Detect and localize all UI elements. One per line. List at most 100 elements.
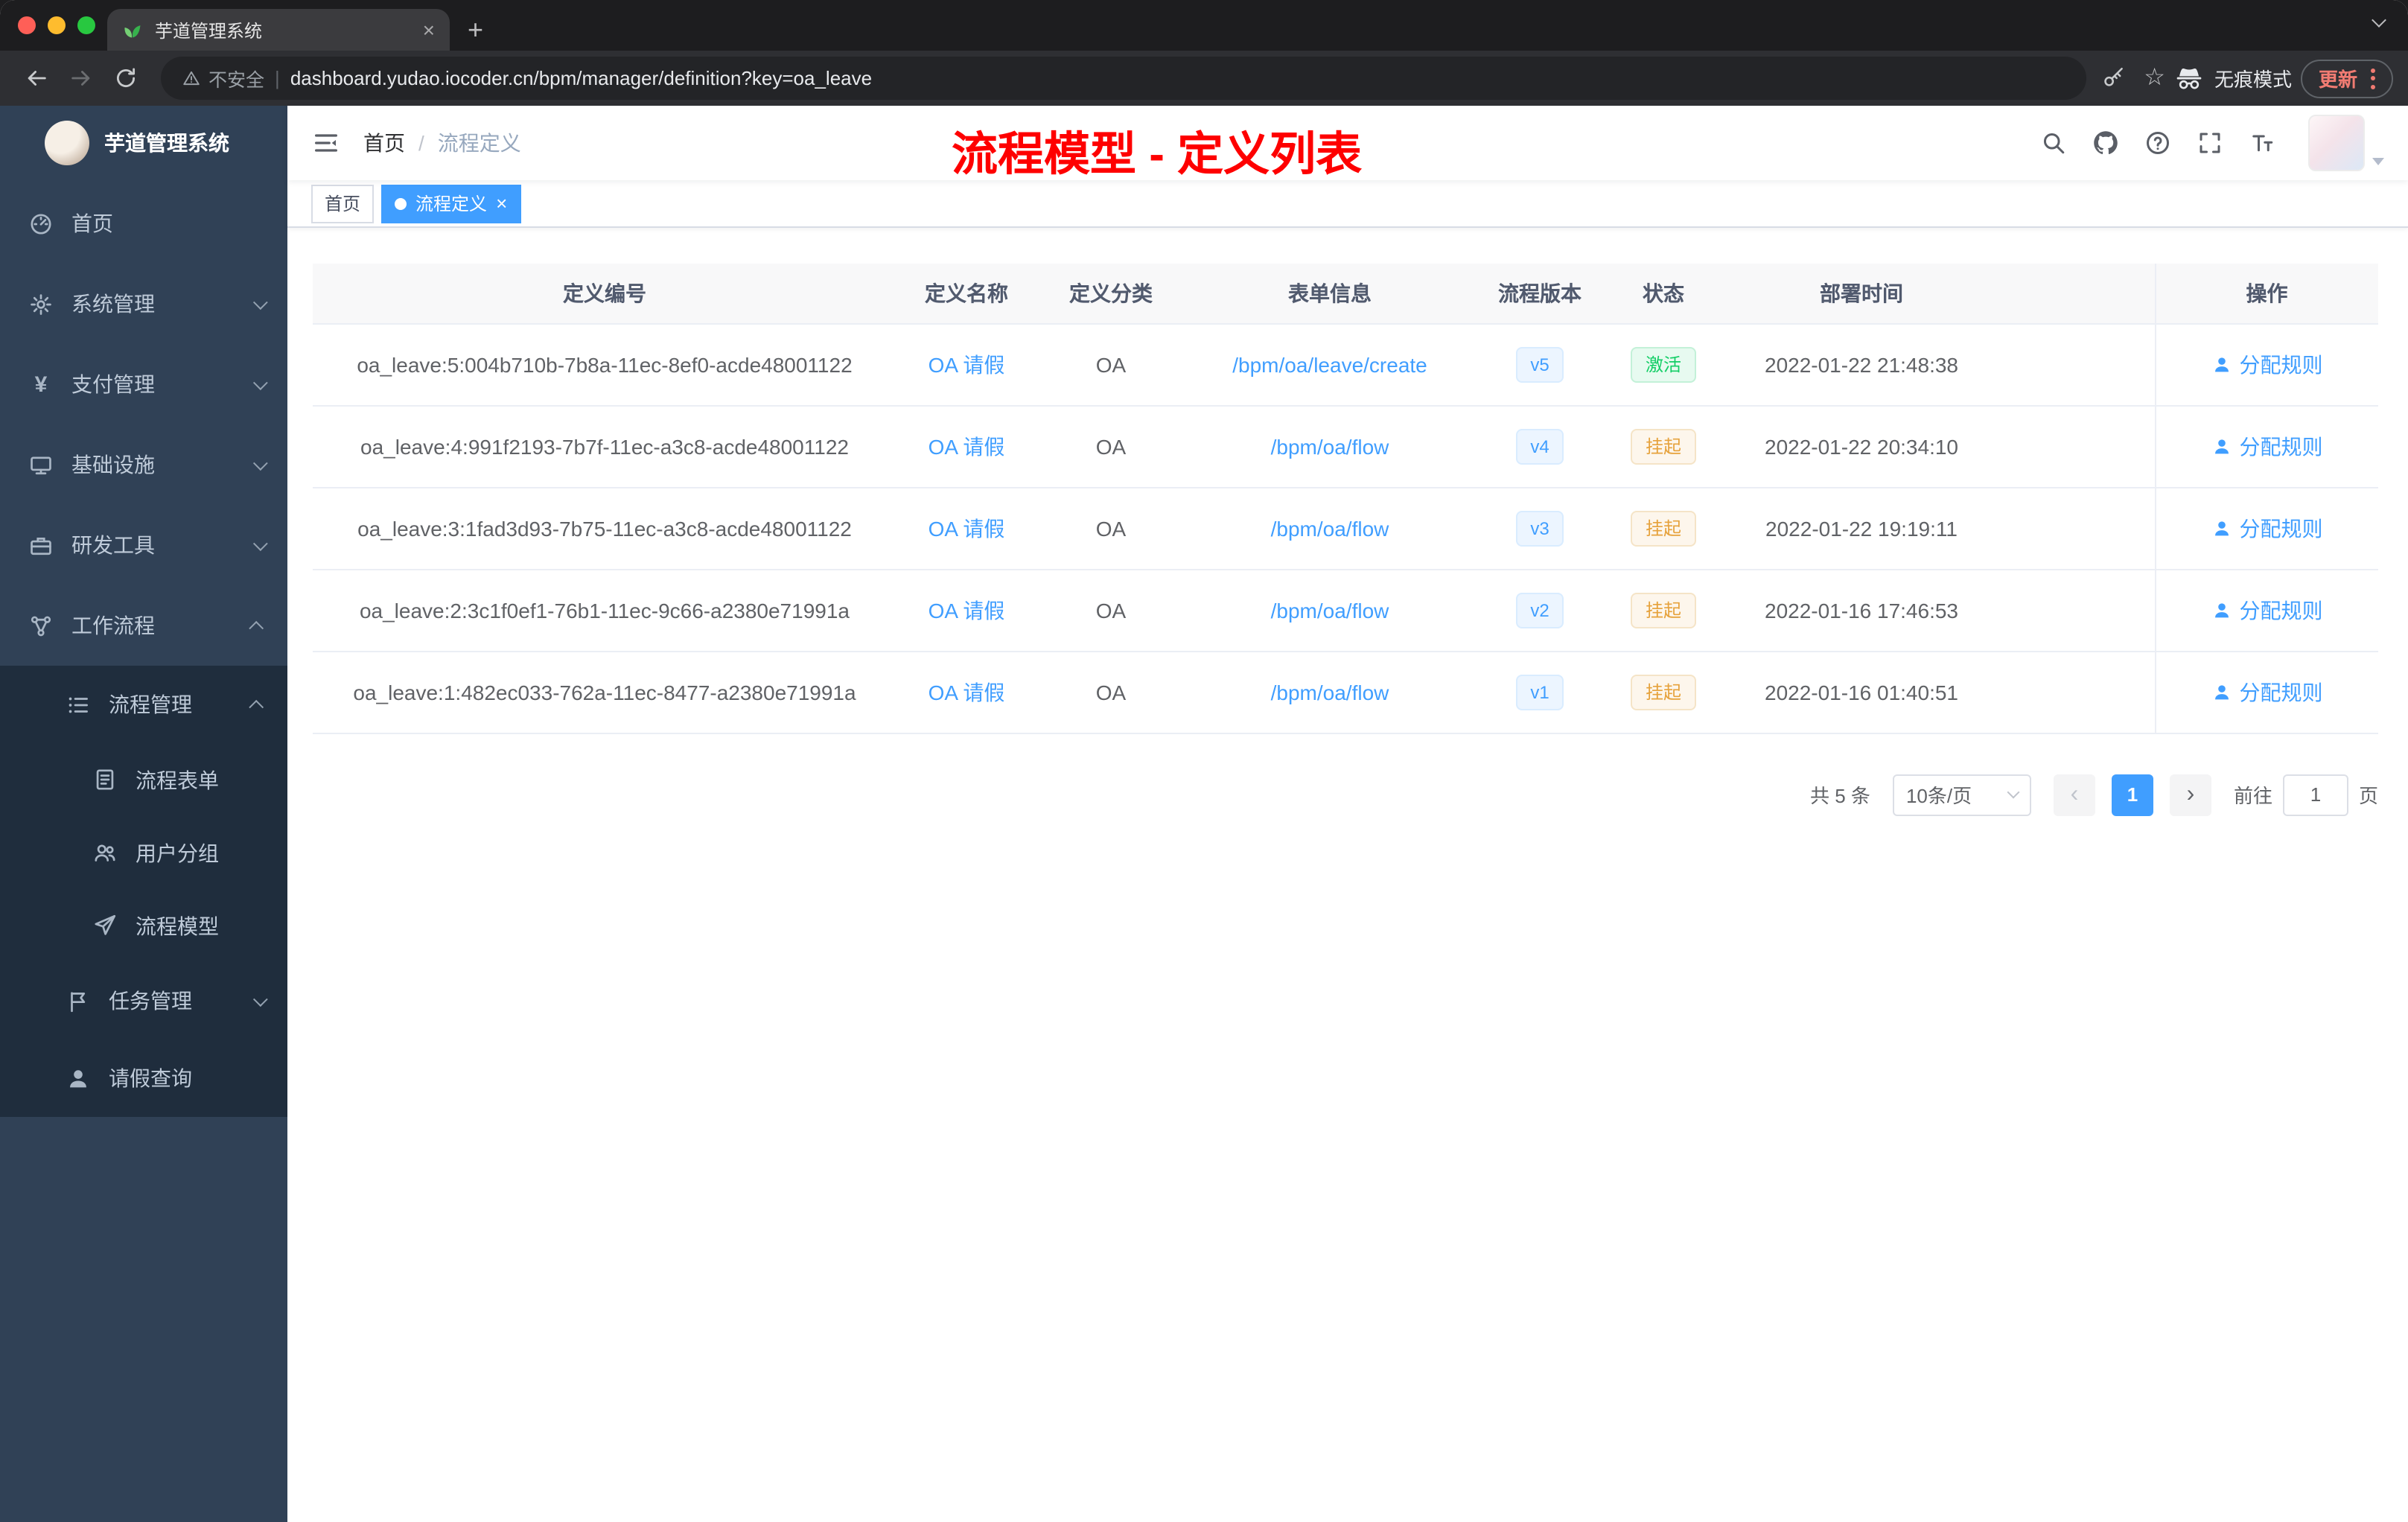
- close-window-button[interactable]: [18, 16, 36, 34]
- logo-avatar: [45, 121, 89, 165]
- chevron-down-icon: [252, 991, 268, 1007]
- page-size-select[interactable]: 10条/页: [1892, 774, 2031, 815]
- minimize-window-button[interactable]: [48, 16, 66, 34]
- breadcrumb-home[interactable]: 首页: [363, 128, 405, 158]
- sidebar-item-label: 任务管理: [109, 989, 192, 1013]
- assign-rule-link[interactable]: 分配规则: [2211, 677, 2323, 707]
- form-link[interactable]: /bpm/oa/flow: [1271, 434, 1389, 458]
- incognito-badge: 无痕模式: [2174, 63, 2292, 93]
- sidebar-item-label: 工作流程: [71, 614, 155, 637]
- reload-button[interactable]: [104, 57, 146, 99]
- assign-rule-link[interactable]: 分配规则: [2211, 595, 2323, 625]
- goto-page: 前往 页: [2234, 774, 2378, 815]
- sidebar-item-user-group[interactable]: 用户分组: [0, 816, 287, 889]
- form-link[interactable]: /bpm/oa/flow: [1271, 680, 1389, 704]
- update-label: 更新: [2318, 69, 2357, 91]
- definition-name-link[interactable]: OA 请假: [929, 680, 1005, 704]
- chevron-down-icon: [2007, 786, 2020, 799]
- browser-menu-icon[interactable]: [2371, 68, 2375, 89]
- security-label: 不安全: [208, 70, 265, 91]
- sidebar-item-label: 流程模型: [136, 914, 219, 937]
- sidebar-item-process-management[interactable]: 流程管理: [0, 666, 287, 743]
- sidebar-item-payment[interactable]: ¥ 支付管理: [0, 344, 287, 424]
- person-icon: [2214, 439, 2229, 453]
- table-row: oa_leave:4:991f2193-7b7f-11ec-a3c8-acde4…: [313, 405, 2378, 488]
- dashboard-icon: [31, 213, 51, 234]
- incognito-icon: [2176, 66, 2202, 89]
- sidebar-item-label: 流程管理: [109, 692, 192, 716]
- cell-definition-id: oa_leave:5:004b710b-7b8a-11ec-8ef0-acde4…: [313, 323, 896, 406]
- sidebar-item-devtools[interactable]: 研发工具: [0, 505, 287, 585]
- forward-button[interactable]: [60, 57, 101, 99]
- sidebar-item-workflow[interactable]: 工作流程: [0, 585, 287, 666]
- form-link[interactable]: /bpm/oa/flow: [1271, 598, 1389, 622]
- person-icon: [70, 1069, 86, 1087]
- web-page: 芋道管理系统 首页 系统管理 ¥ 支付管理 基础设施 研发工具 工作流程 流程管…: [0, 106, 2408, 1522]
- page-number-button[interactable]: 1: [2111, 774, 2153, 815]
- browser-update-button[interactable]: 更新: [2300, 59, 2393, 98]
- cell-category: OA: [1036, 569, 1185, 652]
- table-row: oa_leave:3:1fad3d93-7b75-11ec-a3c8-acde4…: [313, 487, 2378, 570]
- version-badge: v5: [1515, 346, 1564, 382]
- tag-label: 流程定义: [415, 194, 488, 214]
- gear-icon: [31, 293, 51, 314]
- url-omnibox[interactable]: 不安全 | dashboard.yudao.iocoder.cn/bpm/man…: [161, 57, 2086, 100]
- yen-icon: ¥: [34, 372, 48, 397]
- col-header-action: 操作: [2154, 264, 2378, 324]
- sidebar-logo[interactable]: 芋道管理系统: [0, 106, 287, 180]
- main-area: 首页 / 流程定义 流程模型 - 定义列表 首页 流程定义 × 定义编号 定义名…: [287, 106, 2408, 1522]
- definition-name-link[interactable]: OA 请假: [929, 352, 1005, 376]
- security-status[interactable]: 不安全: [182, 64, 264, 92]
- close-tag-icon[interactable]: ×: [496, 194, 507, 213]
- back-button[interactable]: [15, 57, 57, 99]
- logo-title: 芋道管理系统: [104, 131, 229, 155]
- sidebar-item-process-model[interactable]: 流程模型: [0, 889, 287, 962]
- document-icon: [96, 769, 114, 790]
- zoom-window-button[interactable]: [77, 16, 95, 34]
- goto-page-input[interactable]: [2282, 774, 2348, 815]
- help-icon[interactable]: [2144, 130, 2171, 156]
- col-header-form: 表单信息: [1185, 264, 1474, 324]
- sidebar-item-label: 基础设施: [71, 453, 155, 477]
- bookmark-star-icon[interactable]: ☆: [2144, 66, 2165, 90]
- definition-name-link[interactable]: OA 请假: [929, 598, 1005, 622]
- form-link[interactable]: /bpm/oa/flow: [1271, 516, 1389, 540]
- sidebar-item-system[interactable]: 系统管理: [0, 264, 287, 344]
- sidebar-item-infrastructure[interactable]: 基础设施: [0, 424, 287, 505]
- assign-rule-link[interactable]: 分配规则: [2211, 349, 2323, 379]
- fullscreen-icon[interactable]: [2197, 130, 2223, 156]
- chevron-down-icon: [252, 294, 268, 310]
- warning-icon: [183, 71, 200, 86]
- list-icon: [68, 695, 88, 713]
- new-tab-button[interactable]: +: [468, 16, 483, 43]
- cell-deploy-time: 2022-01-22 20:34:10: [1721, 405, 2001, 488]
- sidebar-item-task-management[interactable]: 任务管理: [0, 962, 287, 1039]
- avatar[interactable]: [2308, 115, 2365, 171]
- assign-rule-link[interactable]: 分配规则: [2211, 431, 2323, 461]
- caret-down-icon: [2372, 158, 2384, 165]
- prev-page-button[interactable]: ‹: [2053, 774, 2095, 815]
- github-icon[interactable]: [2092, 130, 2119, 156]
- user-menu[interactable]: [2308, 115, 2384, 171]
- form-link[interactable]: /bpm/oa/leave/create: [1232, 352, 1427, 376]
- definition-name-link[interactable]: OA 请假: [929, 434, 1005, 458]
- sidebar-item-process-form[interactable]: 流程表单: [0, 743, 287, 816]
- password-key-icon[interactable]: [2100, 66, 2126, 91]
- tab-search-chevron-icon[interactable]: [2372, 6, 2386, 33]
- sidebar-item-home[interactable]: 首页: [0, 183, 287, 264]
- tag-process-definition[interactable]: 流程定义 ×: [381, 184, 521, 223]
- person-icon: [2214, 357, 2229, 372]
- browser-tab[interactable]: 芋道管理系统 ×: [107, 9, 450, 51]
- sidebar-item-leave-query[interactable]: 请假查询: [0, 1039, 287, 1117]
- next-page-button[interactable]: ›: [2169, 774, 2211, 815]
- hamburger-icon[interactable]: [311, 128, 341, 158]
- search-icon[interactable]: [2040, 130, 2067, 156]
- definition-name-link[interactable]: OA 请假: [929, 516, 1005, 540]
- pager: ‹ 1 ›: [2053, 774, 2211, 815]
- font-size-icon[interactable]: [2249, 130, 2275, 156]
- close-tab-icon[interactable]: ×: [423, 19, 435, 40]
- tag-home[interactable]: 首页: [311, 184, 375, 223]
- tag-label: 首页: [325, 194, 361, 214]
- status-badge: 挂起: [1630, 510, 1696, 546]
- assign-rule-link[interactable]: 分配规则: [2211, 513, 2323, 543]
